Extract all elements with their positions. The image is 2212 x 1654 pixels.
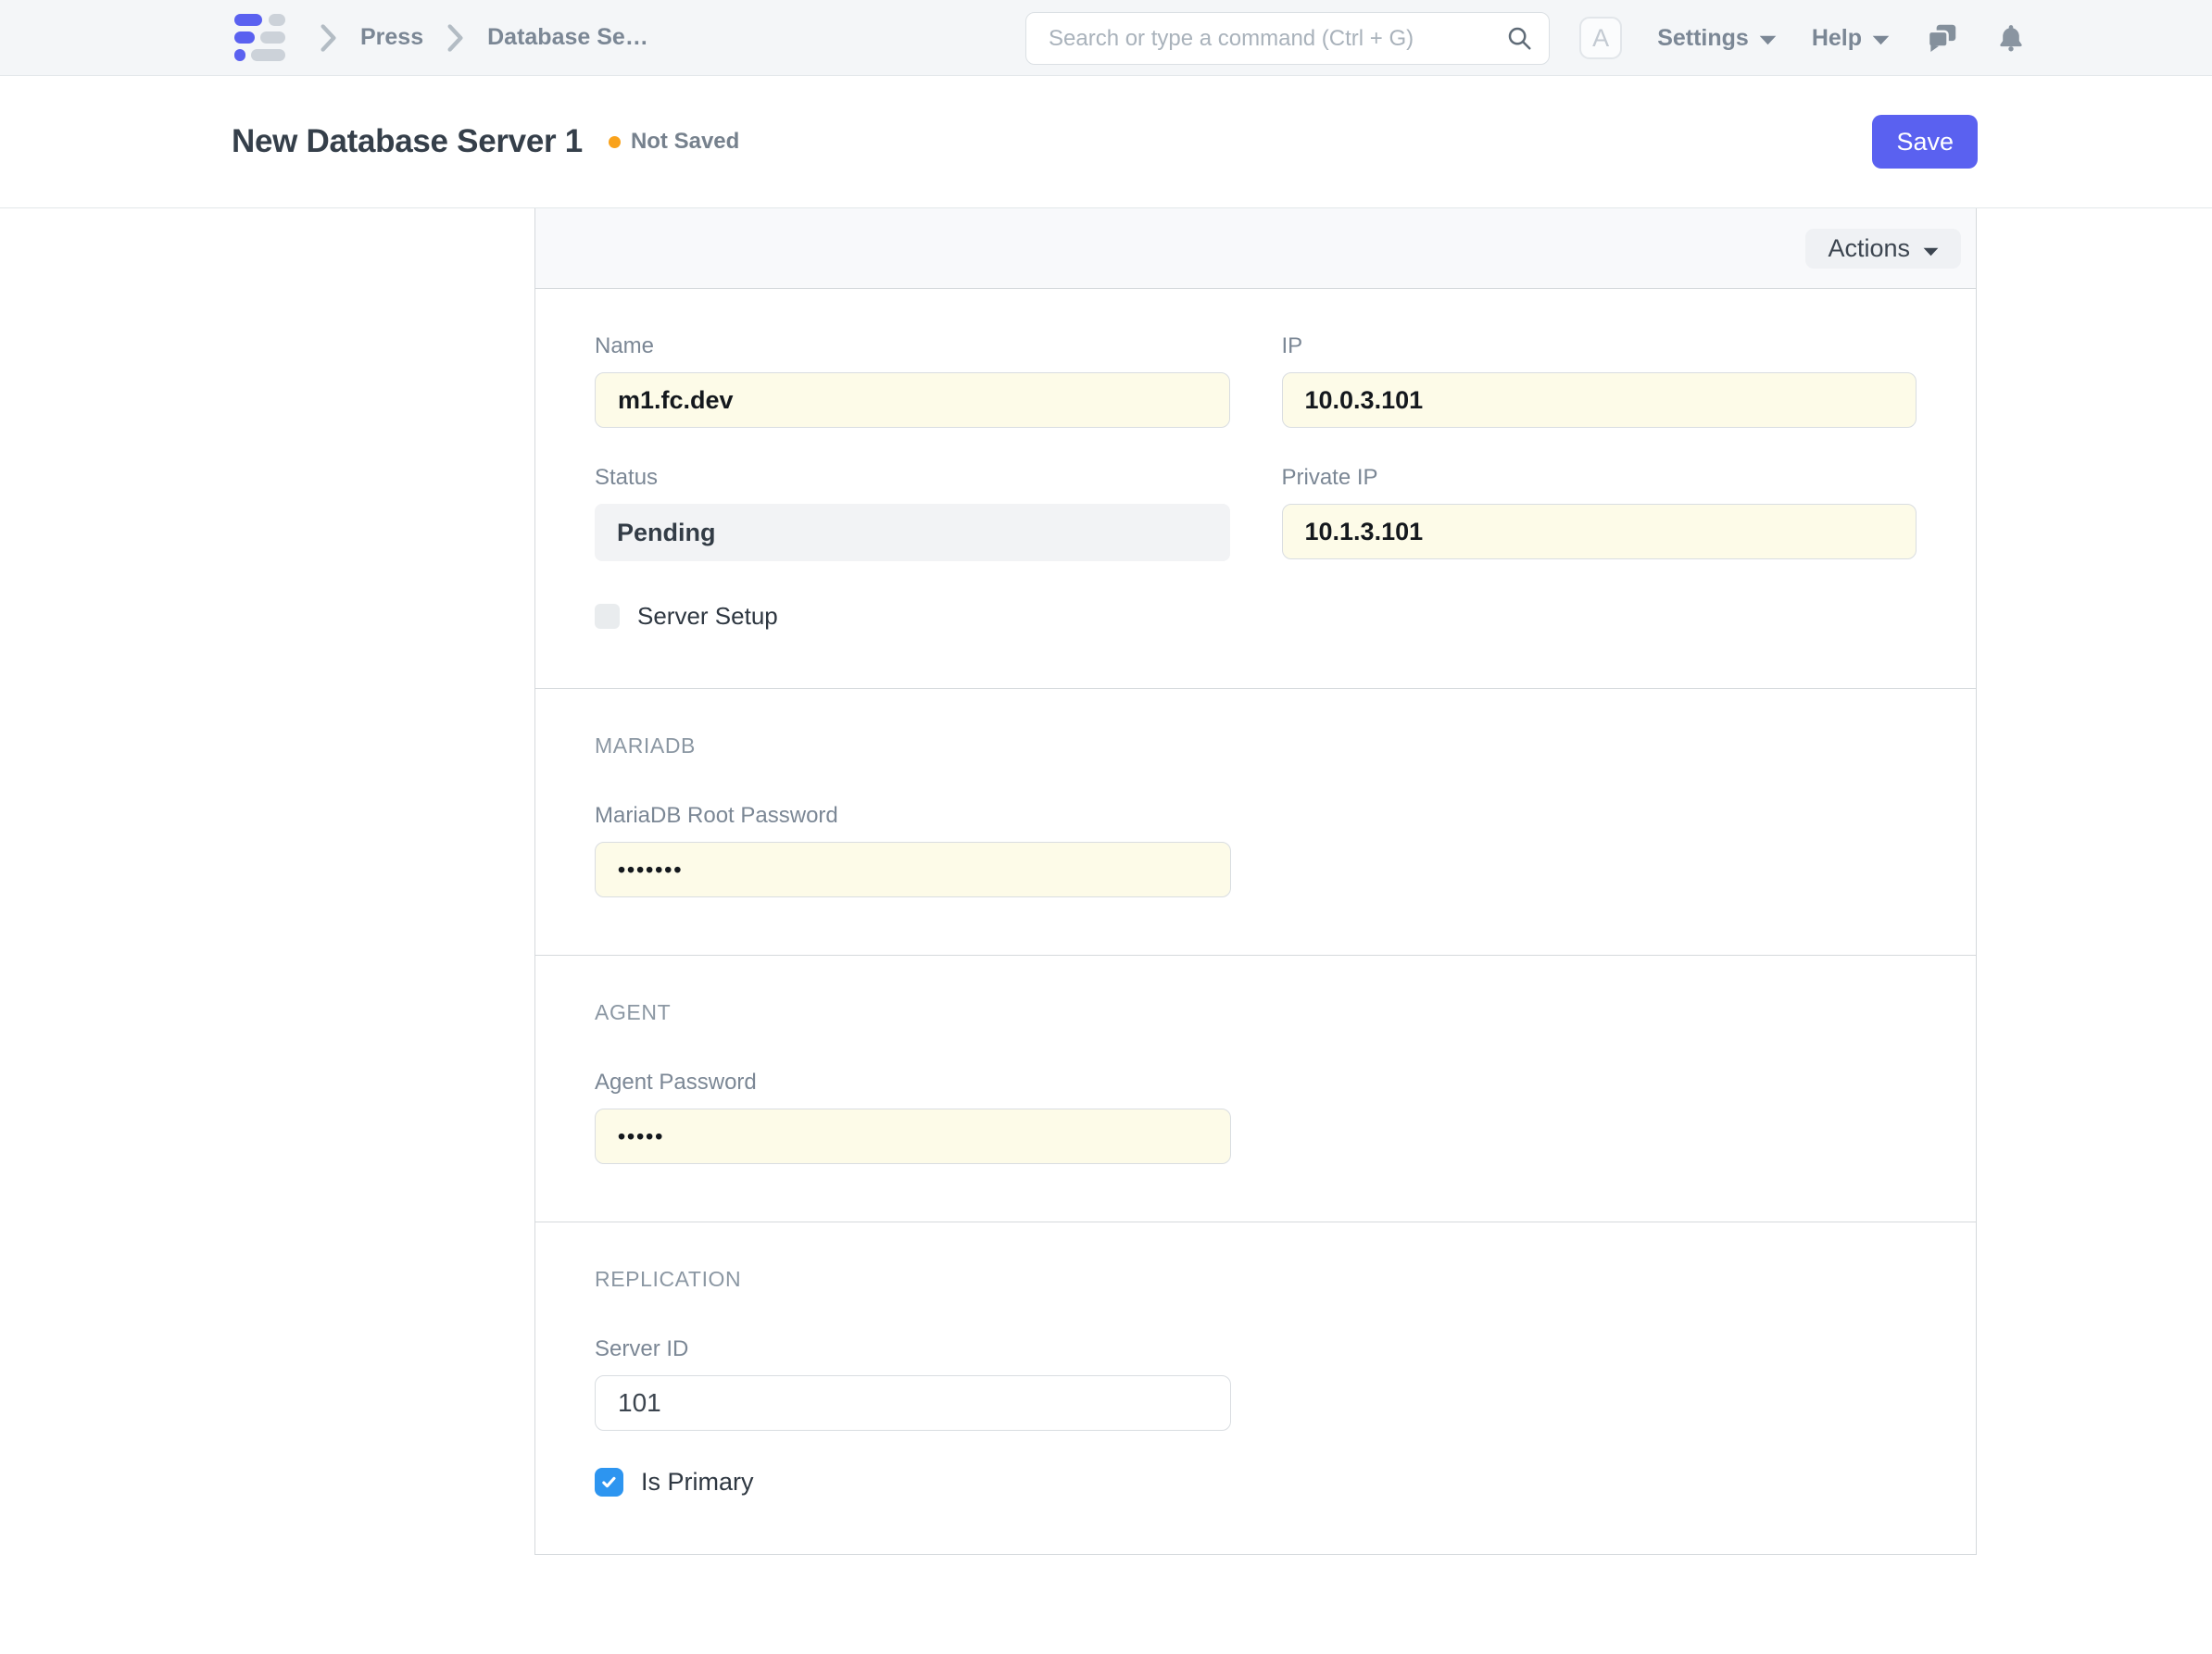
- field-agent-password: Agent Password: [595, 1070, 1231, 1164]
- unsaved-label: Not Saved: [631, 129, 739, 155]
- server-setup-label: Server Setup: [637, 602, 778, 631]
- server-id-label: Server ID: [595, 1336, 1231, 1362]
- help-label: Help: [1812, 25, 1862, 52]
- field-server-id: Server ID: [595, 1336, 1231, 1431]
- form-area: Actions Name IP: [0, 208, 2212, 1555]
- actions-label: Actions: [1828, 234, 1910, 263]
- replication-section-heading: REPLICATION: [595, 1267, 1917, 1292]
- chevron-right-icon: [320, 24, 336, 52]
- search-input[interactable]: [1025, 12, 1550, 65]
- chevron-down-icon: [1759, 25, 1777, 52]
- settings-label: Settings: [1657, 25, 1749, 52]
- breadcrumb-database-servers[interactable]: Database Se…: [487, 24, 648, 51]
- agent-password-label: Agent Password: [595, 1070, 1231, 1096]
- notifications-bell-icon[interactable]: [1995, 22, 2027, 54]
- avatar[interactable]: A: [1579, 17, 1622, 59]
- global-search: [1025, 12, 1550, 65]
- search-icon: [1505, 24, 1533, 56]
- page-title: New Database Server 1: [232, 123, 583, 160]
- is-primary-checkbox-row[interactable]: Is Primary: [595, 1468, 1917, 1497]
- is-primary-checkbox[interactable]: [595, 1468, 623, 1497]
- field-status: Status Pending: [595, 465, 1230, 561]
- server-id-input[interactable]: [595, 1375, 1231, 1431]
- ip-label: IP: [1282, 333, 1917, 359]
- chevron-down-icon: [1872, 25, 1890, 52]
- app-logo-icon[interactable]: [234, 14, 285, 62]
- breadcrumb-press[interactable]: Press: [360, 24, 423, 51]
- feedback-chat-icon[interactable]: [1925, 20, 1960, 56]
- chevron-right-icon: [447, 24, 463, 52]
- unsaved-dot-icon: [609, 136, 621, 148]
- form-toolbar: Actions: [535, 208, 1976, 289]
- server-setup-checkbox-row[interactable]: Server Setup: [595, 602, 1230, 631]
- field-private-ip: Private IP: [1282, 465, 1917, 561]
- help-menu[interactable]: Help: [1812, 25, 1890, 52]
- mariadb-section-heading: MARIADB: [595, 733, 1917, 758]
- avatar-letter: A: [1592, 24, 1609, 53]
- agent-section-heading: AGENT: [595, 1000, 1917, 1025]
- section-mariadb: MARIADB MariaDB Root Password: [535, 689, 1976, 956]
- private-ip-label: Private IP: [1282, 465, 1917, 491]
- unsaved-indicator: Not Saved: [609, 129, 739, 155]
- status-value: Pending: [595, 504, 1230, 561]
- agent-password-input[interactable]: [595, 1109, 1231, 1164]
- field-name: Name: [595, 333, 1230, 428]
- settings-menu[interactable]: Settings: [1657, 25, 1777, 52]
- save-button[interactable]: Save: [1872, 115, 1978, 169]
- name-label: Name: [595, 333, 1230, 359]
- mariadb-root-password-input[interactable]: [595, 842, 1231, 897]
- actions-button[interactable]: Actions: [1805, 229, 1961, 269]
- page-head: New Database Server 1 Not Saved Save: [0, 76, 2212, 208]
- app-window: Press Database Se… A Settings: [0, 0, 2212, 1654]
- ip-input[interactable]: [1282, 372, 1917, 428]
- section-replication: REPLICATION Server ID Is Primary: [535, 1222, 1976, 1555]
- nav-right: A Settings Help: [1579, 0, 2027, 76]
- status-label: Status: [595, 465, 1230, 491]
- navbar: Press Database Se… A Settings: [0, 0, 2212, 76]
- name-input[interactable]: [595, 372, 1230, 428]
- section-agent: AGENT Agent Password: [535, 956, 1976, 1222]
- form-card: Actions Name IP: [534, 208, 1977, 1555]
- private-ip-input[interactable]: [1282, 504, 1917, 559]
- nav-left: Press Database Se…: [234, 14, 648, 62]
- is-primary-label: Is Primary: [641, 1468, 754, 1497]
- section-details: Name IP Status Pending Private IP: [535, 289, 1976, 689]
- chevron-down-icon: [1923, 234, 1939, 263]
- mariadb-root-password-label: MariaDB Root Password: [595, 803, 1231, 829]
- field-ip: IP: [1282, 333, 1917, 428]
- field-mariadb-root-password: MariaDB Root Password: [595, 803, 1231, 897]
- server-setup-checkbox[interactable]: [595, 604, 620, 629]
